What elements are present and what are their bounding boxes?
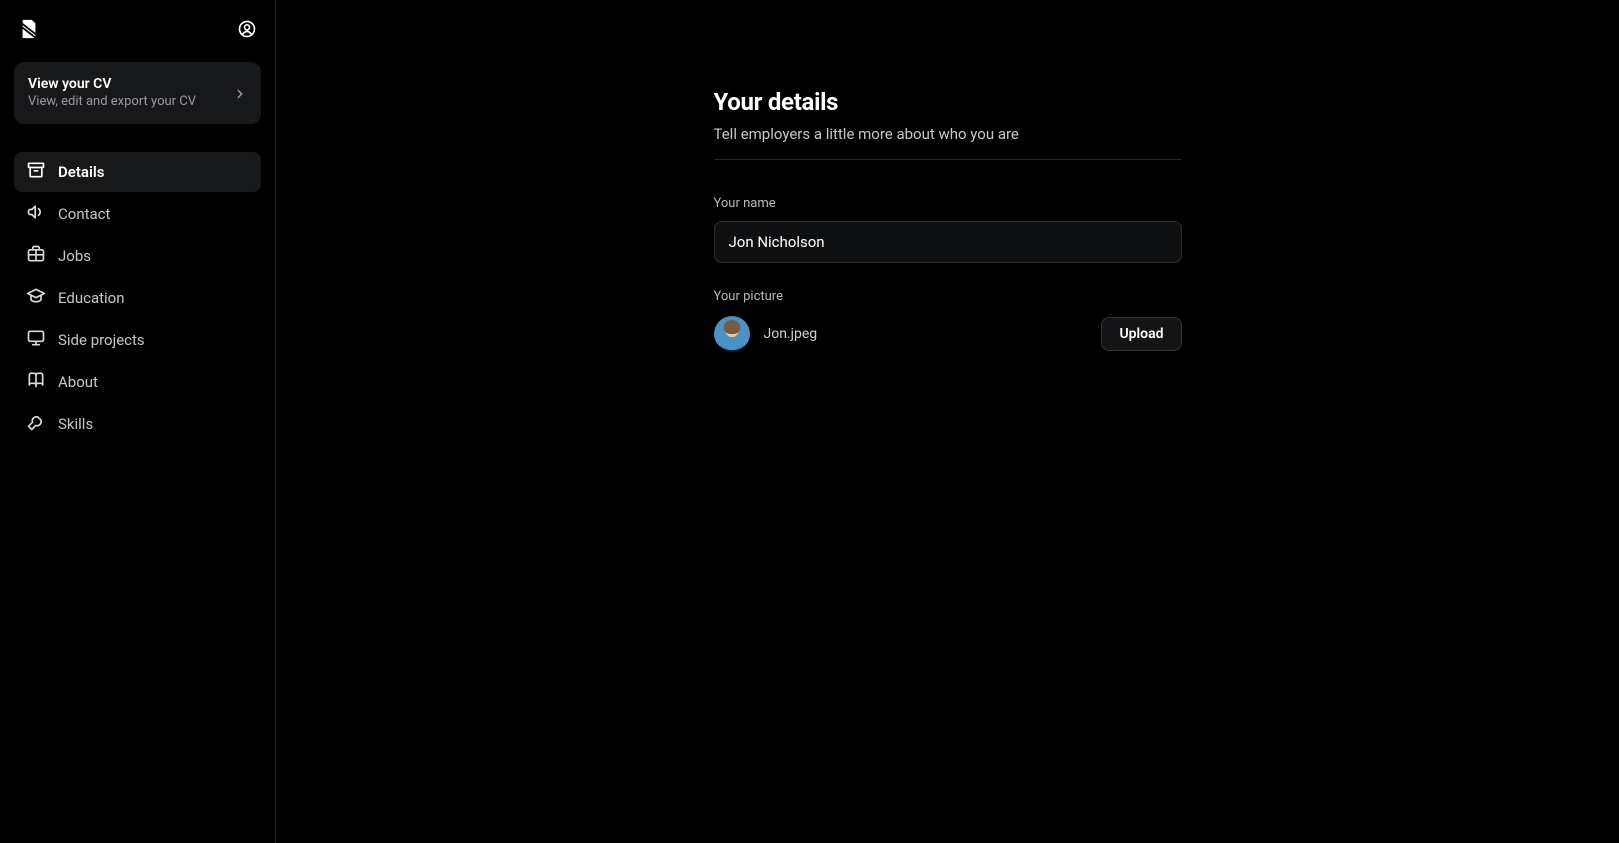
main-content: Your details Tell employers a little mor… bbox=[276, 0, 1619, 843]
wrench-icon bbox=[26, 412, 46, 436]
archive-icon bbox=[26, 160, 46, 184]
sidebar-item-label: Education bbox=[58, 289, 125, 307]
nav-list: Details Contact Jobs Education Side proj… bbox=[14, 152, 261, 444]
chevron-right-icon bbox=[233, 86, 247, 100]
page-subtitle: Tell employers a little more about who y… bbox=[714, 125, 1182, 143]
sidebar-header bbox=[14, 14, 261, 52]
monitor-icon bbox=[26, 328, 46, 352]
avatar bbox=[714, 316, 750, 352]
briefcase-icon bbox=[26, 244, 46, 268]
view-cv-title: View your CV bbox=[28, 75, 196, 93]
picture-label: Your picture bbox=[714, 289, 1182, 304]
view-cv-card[interactable]: View your CV View, edit and export your … bbox=[14, 62, 261, 124]
sidebar-item-sideprojects[interactable]: Side projects bbox=[14, 320, 261, 360]
app-logo-icon[interactable] bbox=[18, 18, 40, 40]
name-field: Your name bbox=[714, 196, 1182, 263]
picture-filename: Jon.jpeg bbox=[764, 326, 818, 342]
sidebar-item-contact[interactable]: Contact bbox=[14, 194, 261, 234]
sidebar-item-details[interactable]: Details bbox=[14, 152, 261, 192]
details-form: Your details Tell employers a little mor… bbox=[714, 88, 1182, 352]
upload-button[interactable]: Upload bbox=[1101, 317, 1181, 351]
sidebar-item-jobs[interactable]: Jobs bbox=[14, 236, 261, 276]
sidebar-item-skills[interactable]: Skills bbox=[14, 404, 261, 444]
graduation-cap-icon bbox=[26, 286, 46, 310]
name-input[interactable] bbox=[714, 221, 1182, 263]
sidebar: View your CV View, edit and export your … bbox=[0, 0, 276, 843]
sidebar-item-label: Contact bbox=[58, 205, 110, 223]
sidebar-item-label: Details bbox=[58, 163, 104, 181]
sidebar-item-about[interactable]: About bbox=[14, 362, 261, 402]
book-icon bbox=[26, 370, 46, 394]
sidebar-item-label: Skills bbox=[58, 415, 93, 433]
user-circle-icon[interactable] bbox=[237, 19, 257, 39]
divider bbox=[714, 159, 1182, 160]
name-label: Your name bbox=[714, 196, 1182, 211]
sidebar-item-label: Jobs bbox=[58, 247, 91, 265]
picture-field: Your picture Jon.jpeg Upload bbox=[714, 289, 1182, 352]
page-title: Your details bbox=[714, 88, 1182, 116]
sidebar-item-education[interactable]: Education bbox=[14, 278, 261, 318]
picture-info: Jon.jpeg bbox=[714, 316, 818, 352]
sidebar-item-label: Side projects bbox=[58, 331, 145, 349]
picture-row: Jon.jpeg Upload bbox=[714, 316, 1182, 352]
view-cv-text: View your CV View, edit and export your … bbox=[28, 75, 196, 111]
megaphone-icon bbox=[26, 202, 46, 226]
view-cv-subtitle: View, edit and export your CV bbox=[28, 94, 196, 111]
sidebar-item-label: About bbox=[58, 373, 98, 391]
